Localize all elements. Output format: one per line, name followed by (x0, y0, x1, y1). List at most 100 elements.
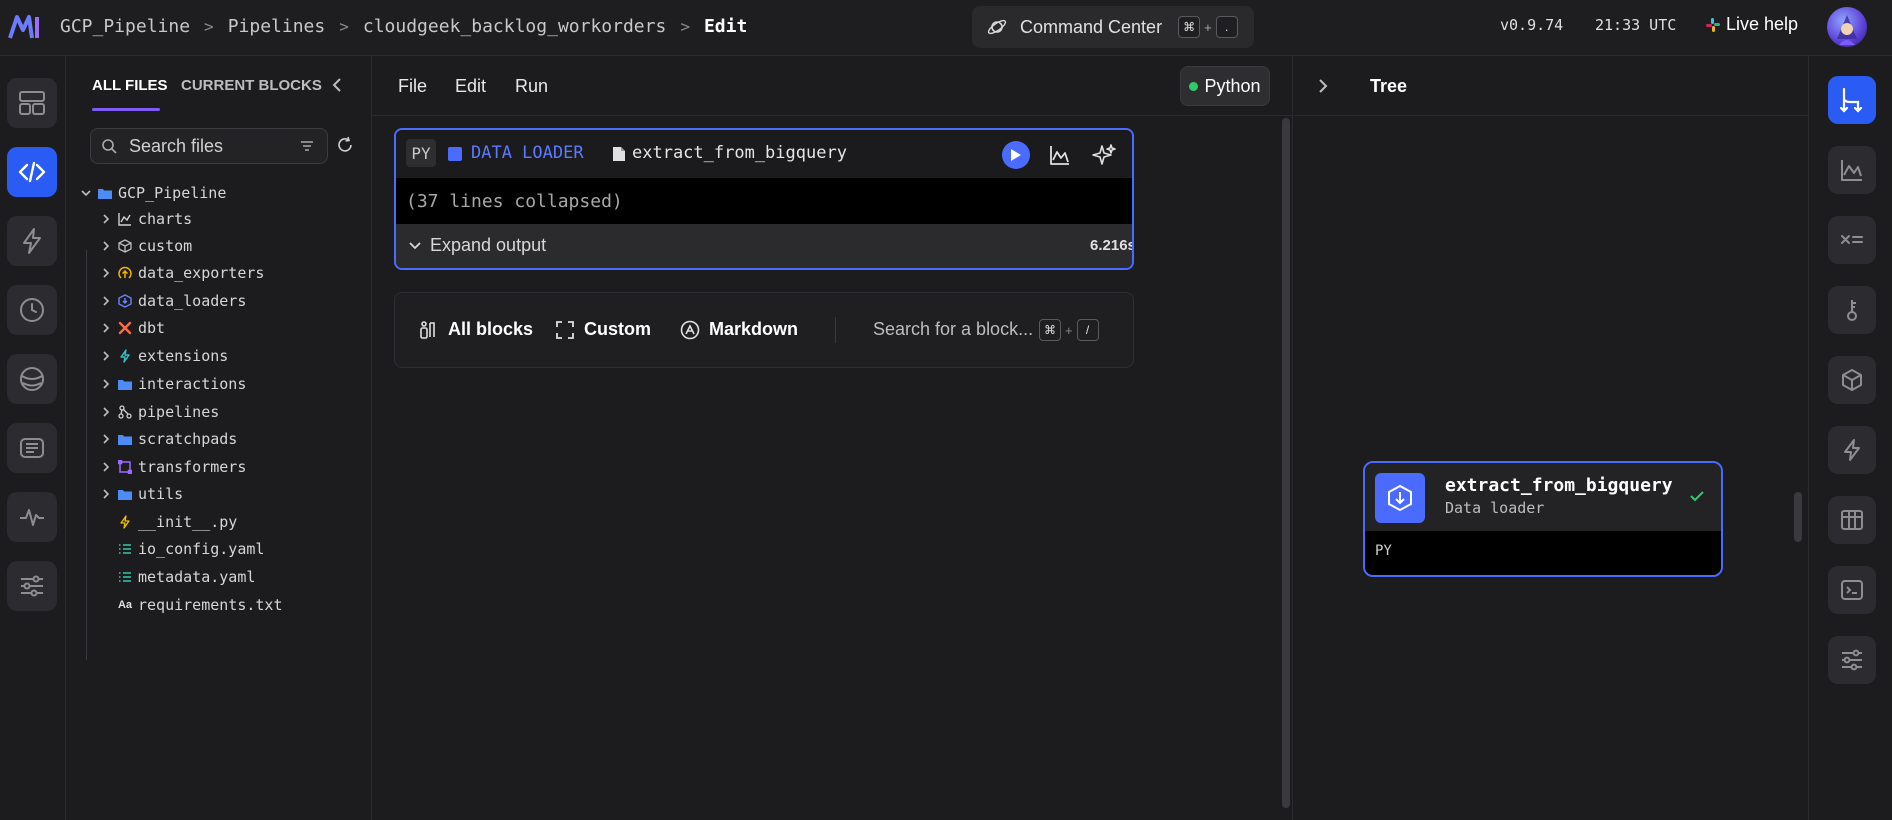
rail-settings-button[interactable] (1828, 636, 1876, 684)
tree-file[interactable]: metadata.yaml (118, 566, 255, 588)
folder-icon (118, 487, 132, 501)
tree-item-label: dbt (138, 319, 166, 337)
chevron-down-icon (80, 187, 92, 199)
kernel-status-button[interactable]: Python (1180, 66, 1270, 106)
table-icon (1839, 507, 1865, 533)
tree-scrollbar[interactable] (1794, 492, 1802, 542)
blocks-icon (419, 320, 439, 340)
tree-node-footer: PY (1365, 531, 1721, 575)
rail-terminal-button[interactable] (1828, 566, 1876, 614)
mage-logo[interactable] (8, 14, 42, 40)
rail-triggers-button[interactable] (1828, 426, 1876, 474)
tree-item[interactable]: interactions (100, 373, 246, 395)
nav-code-editor[interactable] (7, 147, 57, 197)
tree-item[interactable]: utils (100, 483, 183, 505)
breadcrumb-pipelines[interactable]: Pipelines (228, 16, 326, 37)
chevron-right-icon (100, 461, 112, 473)
markdown-label: Markdown (709, 319, 799, 339)
kbd-slash: / (1076, 319, 1099, 341)
user-avatar[interactable] (1827, 7, 1867, 47)
breadcrumb-pipeline-name[interactable]: cloudgeek_backlog_workorders (363, 16, 666, 37)
refresh-button[interactable] (336, 136, 354, 154)
nav-logs[interactable] (7, 423, 57, 473)
tree-item[interactable]: extensions (100, 345, 228, 367)
tree-item[interactable]: transformers (100, 456, 246, 478)
run-block-button[interactable] (1002, 141, 1030, 169)
tree-file[interactable]: __init__.py (118, 511, 237, 533)
tree-item-label: transformers (138, 458, 247, 476)
tab-current-blocks[interactable]: CURRENT BLOCKS (181, 77, 322, 94)
tree-file-label: requirements.txt (138, 596, 283, 614)
clock-icon (17, 295, 47, 325)
breadcrumb-separator: > (339, 16, 349, 36)
rail-charts-button[interactable] (1828, 146, 1876, 194)
search-files-input[interactable]: Search files (90, 128, 328, 164)
menu-file[interactable]: File (398, 76, 427, 97)
refresh-icon (336, 136, 354, 154)
breadcrumb-project[interactable]: GCP_Pipeline (60, 16, 190, 37)
tree-file[interactable]: Aa requirements.txt (118, 594, 283, 616)
add-all-blocks-button[interactable]: All blocks (419, 319, 533, 340)
rail-blocks-button[interactable] (1828, 356, 1876, 404)
nav-monitor[interactable] (7, 492, 57, 542)
dbt-icon (118, 321, 132, 335)
nav-settings[interactable] (7, 561, 57, 611)
editor-scrollbar[interactable] (1282, 118, 1290, 808)
nav-triggers[interactable] (7, 216, 57, 266)
menu-edit[interactable]: Edit (455, 76, 486, 97)
chevron-right-icon (100, 295, 112, 307)
menu-run[interactable]: Run (515, 76, 548, 97)
folder-icon (118, 377, 132, 391)
block-search-input[interactable]: Search for a block... (873, 319, 1033, 340)
rail-variables-button[interactable] (1828, 216, 1876, 264)
upload-icon (118, 266, 132, 280)
tree-item-label: scratchpads (138, 430, 238, 448)
expand-output-toggle[interactable]: Expand output (408, 235, 546, 256)
rail-data-button[interactable] (1828, 496, 1876, 544)
block-name[interactable]: extract_from_bigquery (632, 143, 847, 163)
slack-icon (1706, 17, 1720, 32)
filter-icon[interactable] (299, 138, 315, 154)
tree-item-label: data_loaders (138, 292, 247, 310)
command-center-button[interactable]: Command Center ⌘ + . (972, 6, 1254, 48)
breadcrumb-separator: > (680, 16, 690, 36)
ai-generate-button[interactable] (1090, 141, 1118, 169)
add-custom-button[interactable]: Custom (555, 319, 651, 340)
scroll-icon (17, 433, 47, 463)
rail-tree-button[interactable] (1828, 76, 1876, 124)
tree-item[interactable]: custom (100, 235, 192, 257)
nav-backfills[interactable] (7, 354, 57, 404)
code-block[interactable]: PY DATA LOADER extract_from_bigquery (37… (394, 128, 1134, 270)
tree-item[interactable]: data_loaders (100, 290, 246, 312)
download-icon (118, 294, 132, 308)
rail-secrets-button[interactable] (1828, 286, 1876, 334)
chart-icon (1049, 144, 1071, 166)
collapse-panel-button[interactable] (330, 76, 344, 94)
collapsed-code[interactable]: (37 lines collapsed) (396, 178, 1132, 224)
command-center-label: Command Center (1020, 16, 1163, 37)
tree-node-type: Data loader (1445, 499, 1545, 517)
layout-icon (17, 88, 47, 118)
tree-item[interactable]: dbt (100, 317, 165, 339)
nav-pipelines-overview[interactable] (7, 78, 57, 128)
block-charts-button[interactable] (1046, 141, 1074, 169)
tree-item[interactable]: pipelines (100, 401, 219, 423)
code-icon (17, 157, 47, 187)
tree-item[interactable]: data_exporters (100, 262, 264, 284)
chevron-right-icon (100, 433, 112, 445)
live-help-link[interactable]: Live help (1706, 14, 1798, 35)
tree-file[interactable]: io_config.yaml (118, 538, 264, 560)
globe-icon (17, 364, 47, 394)
tab-all-files[interactable]: ALL FILES (92, 77, 168, 94)
add-markdown-button[interactable]: Markdown (680, 319, 798, 340)
expand-sidekick-button[interactable] (1317, 78, 1329, 94)
nav-runs[interactable] (7, 285, 57, 335)
tree-root[interactable]: GCP_Pipeline (80, 182, 226, 204)
tree-item[interactable]: charts (100, 208, 192, 230)
transformer-icon (118, 460, 132, 474)
tree-node[interactable]: extract_from_bigquery Data loader PY (1363, 461, 1723, 577)
breadcrumb-separator: > (204, 16, 214, 36)
yaml-icon (118, 570, 132, 584)
tree-item[interactable]: scratchpads (100, 428, 237, 450)
chevron-left-icon (330, 76, 344, 94)
